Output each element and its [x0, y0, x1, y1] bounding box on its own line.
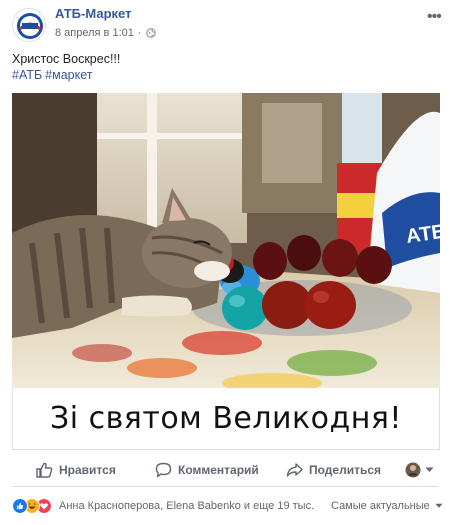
hashtag-link[interactable]: #АТБ	[12, 68, 42, 82]
share-label: Поделиться	[309, 463, 382, 477]
atb-logo-icon	[14, 10, 45, 41]
chevron-down-icon	[435, 503, 443, 508]
share-button[interactable]: Поделиться	[286, 456, 381, 484]
comments-sort-dropdown[interactable]: Самые актуальные	[331, 500, 443, 512]
post-photo[interactable]: АТБ	[12, 93, 440, 388]
bag-logo-text: АТБ	[405, 221, 440, 248]
cat-eating-eggs-image: АТБ	[12, 93, 440, 388]
reactors-names-link[interactable]: Анна Красноперова, Elena Babenko и еще 1…	[59, 500, 314, 512]
post-actions-bar: Нравится Комментарий Поделиться	[0, 456, 450, 484]
reactions-row: Анна Красноперова, Elena Babenko и еще 1…	[0, 494, 450, 520]
sort-label: Самые актуальные	[331, 500, 430, 512]
share-icon	[286, 463, 303, 477]
like-label: Нравится	[59, 463, 116, 477]
thumbs-up-icon	[36, 462, 53, 478]
post-header: АТБ-Маркет 8 апреля в 1:01 · •••	[0, 0, 450, 44]
post-as-selector[interactable]	[405, 456, 434, 484]
page-name-link[interactable]: АТБ-Маркет	[55, 6, 131, 21]
like-reaction-icon	[12, 498, 28, 514]
post-timestamp[interactable]: 8 апреля в 1:01	[55, 27, 134, 39]
image-caption-banner: Зі святом Великодня!	[12, 388, 440, 450]
page-avatar[interactable]	[12, 8, 46, 42]
post-meta: 8 апреля в 1:01 ·	[55, 27, 156, 39]
post-hashtags: #АТБ #маркет	[12, 68, 95, 82]
comment-label: Комментарий	[178, 463, 259, 477]
hashtag-link[interactable]: #маркет	[45, 68, 92, 82]
post-text: Христос Воскрес!!!	[12, 52, 121, 66]
divider	[12, 486, 438, 487]
globe-icon[interactable]	[145, 28, 156, 38]
comment-icon	[155, 462, 172, 478]
chevron-down-icon	[425, 467, 434, 472]
more-options-icon[interactable]: •••	[427, 8, 442, 26]
user-avatar-icon	[405, 462, 421, 478]
reaction-icons[interactable]	[12, 498, 54, 514]
like-button[interactable]: Нравится	[36, 456, 116, 484]
image-caption: Зі святом Великодня!	[50, 401, 402, 436]
comment-button[interactable]: Комментарий	[155, 456, 259, 484]
